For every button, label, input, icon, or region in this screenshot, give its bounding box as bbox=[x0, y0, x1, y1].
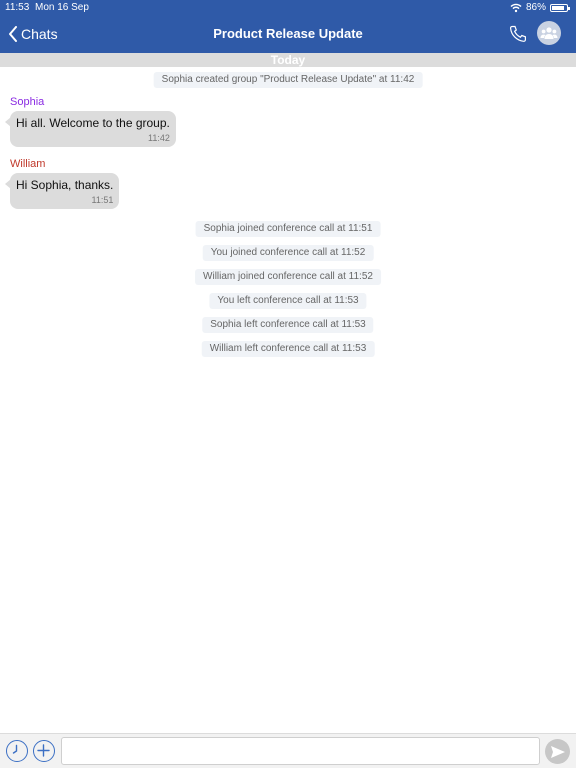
message-time: 11:51 bbox=[91, 195, 114, 205]
call-event-notice: You left conference call at 11:53 bbox=[209, 293, 367, 309]
top-bar: 11:53 Mon 16 Sep 86% Chats Product Relea… bbox=[0, 0, 576, 53]
call-button[interactable] bbox=[508, 24, 528, 44]
message-input[interactable] bbox=[61, 737, 540, 765]
call-event-notice: William left conference call at 11:53 bbox=[201, 341, 375, 357]
call-event-notice: Sophia joined conference call at 11:51 bbox=[195, 221, 381, 237]
sender-name-sophia: Sophia bbox=[10, 96, 45, 108]
group-avatar[interactable] bbox=[537, 21, 561, 45]
phone-icon bbox=[509, 25, 526, 42]
send-icon bbox=[550, 745, 565, 758]
battery-fill bbox=[552, 5, 565, 10]
chat-title: Product Release Update bbox=[213, 26, 363, 41]
message-input-bar bbox=[0, 733, 576, 768]
status-bar: 11:53 Mon 16 Sep 86% bbox=[0, 0, 576, 16]
group-created-notice: Sophia created group "Product Release Up… bbox=[153, 72, 423, 88]
status-date: Mon 16 Sep bbox=[35, 2, 89, 13]
plus-icon bbox=[37, 744, 50, 757]
status-time: 11:53 bbox=[5, 2, 30, 13]
wifi-icon bbox=[510, 3, 522, 12]
clock-icon bbox=[12, 744, 18, 754]
message-text: Hi all. Welcome to the group. bbox=[16, 116, 170, 130]
schedule-button[interactable] bbox=[6, 740, 28, 762]
sender-name-william: William bbox=[10, 158, 46, 170]
call-event-notice: Sophia left conference call at 11:53 bbox=[202, 317, 374, 333]
attach-button[interactable] bbox=[33, 740, 55, 762]
call-event-notice: You joined conference call at 11:52 bbox=[202, 245, 374, 261]
message-bubble[interactable]: Hi Sophia, thanks. 11:51 bbox=[4, 173, 120, 209]
status-right: 86% bbox=[510, 2, 570, 13]
date-divider: Today bbox=[0, 53, 576, 67]
group-avatar-icon bbox=[540, 27, 558, 39]
message-time: 11:42 bbox=[148, 133, 170, 143]
send-button[interactable] bbox=[545, 739, 570, 764]
call-event-notice: William joined conference call at 11:52 bbox=[195, 269, 381, 285]
battery-icon bbox=[550, 3, 570, 12]
message-bubble[interactable]: Hi all. Welcome to the group. 11:42 bbox=[5, 111, 176, 147]
battery-percent: 86% bbox=[525, 2, 546, 13]
message-text: Hi Sophia, thanks. bbox=[16, 178, 114, 192]
navbar: Chats Product Release Update bbox=[0, 16, 576, 53]
